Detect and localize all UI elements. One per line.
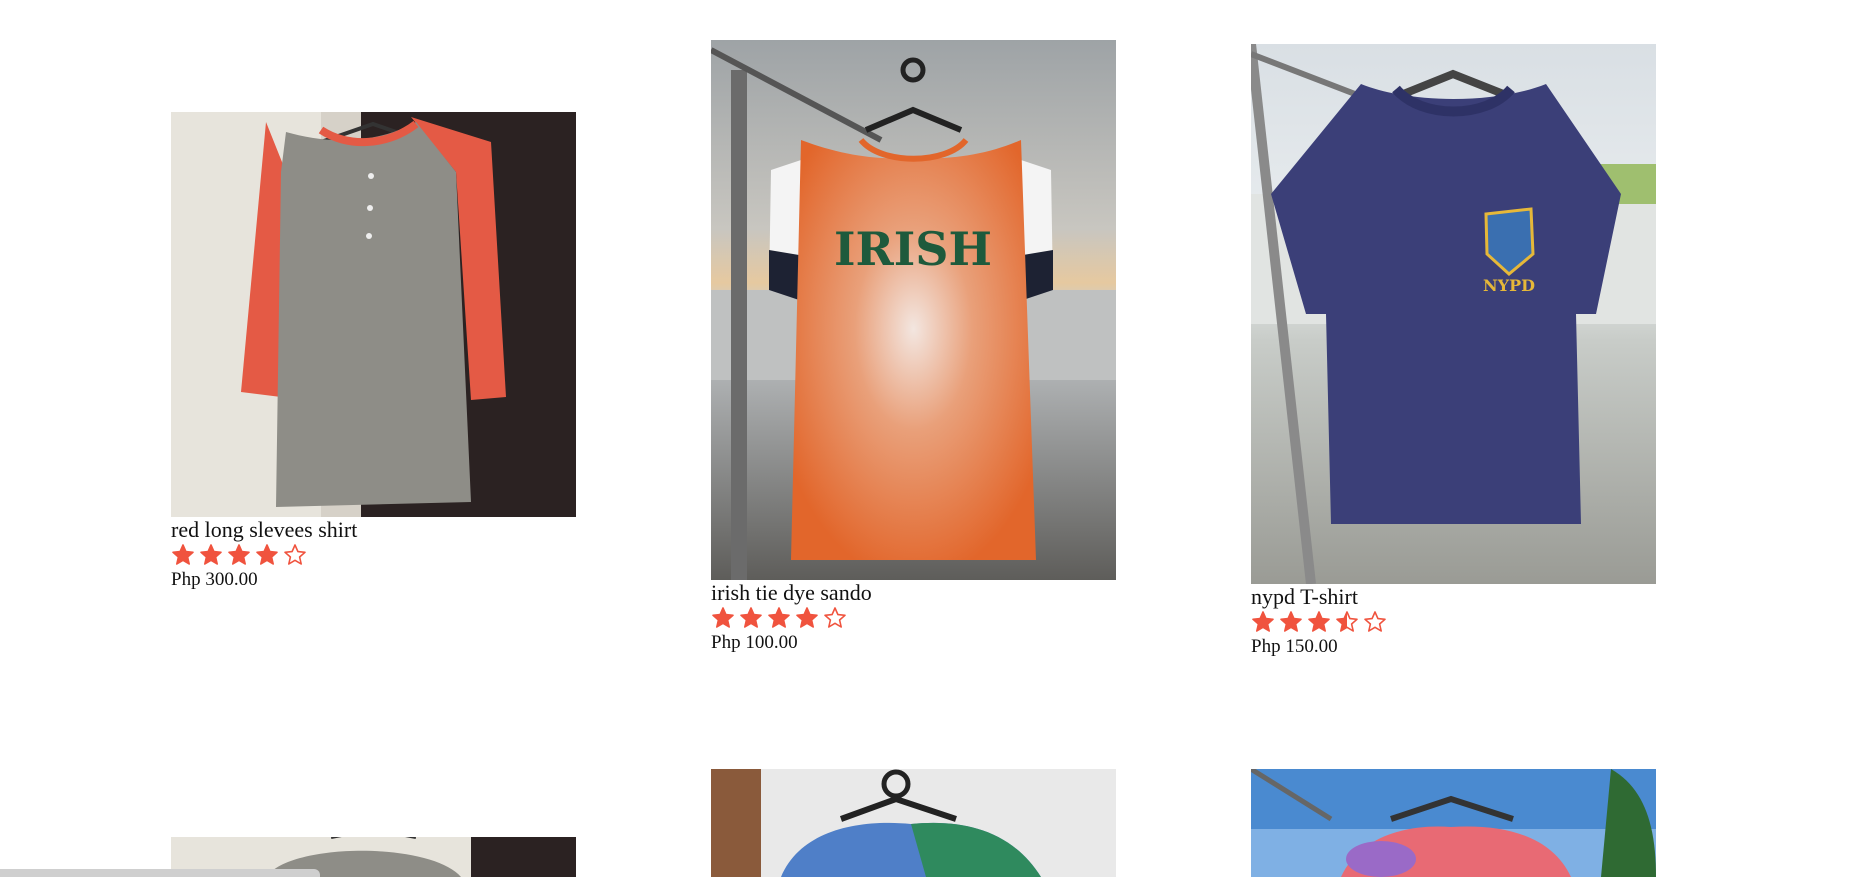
- product-image-nypd-tshirt[interactable]: NYPD: [1251, 44, 1656, 584]
- star-filled-icon: [255, 543, 279, 567]
- star-filled-icon: [795, 606, 819, 630]
- rating-stars: [171, 542, 576, 568]
- star-empty-icon: [1363, 610, 1387, 634]
- star-filled-icon: [739, 606, 763, 630]
- star-filled-icon: [171, 543, 195, 567]
- star-filled-icon: [1279, 610, 1303, 634]
- star-filled-icon: [1251, 610, 1275, 634]
- rating-stars: [1251, 609, 1656, 635]
- star-half-icon: [1335, 610, 1359, 634]
- star-filled-icon: [1307, 610, 1331, 634]
- print-text: IRISH: [834, 222, 992, 276]
- product-name[interactable]: irish tie dye sando: [711, 581, 1116, 605]
- product-price: Php 300.00: [171, 569, 258, 590]
- product-price: Php 100.00: [711, 632, 798, 653]
- star-empty-icon: [283, 543, 307, 567]
- product-card[interactable]: red long slevees shirt Php 300.00: [171, 112, 576, 592]
- product-card[interactable]: IRISH irish tie dye sando Php 100.00: [711, 40, 1116, 655]
- product-image[interactable]: [1251, 769, 1656, 877]
- product-image[interactable]: [711, 769, 1116, 877]
- product-card[interactable]: [711, 769, 1116, 877]
- print-text: NYPD: [1483, 276, 1535, 295]
- product-card[interactable]: NYPD nypd T-shirt Php 150.00: [1251, 44, 1656, 659]
- star-filled-icon: [227, 543, 251, 567]
- product-name[interactable]: nypd T-shirt: [1251, 585, 1656, 609]
- product-price: Php 150.00: [1251, 636, 1338, 657]
- product-image-irish-sando[interactable]: IRISH: [711, 40, 1116, 580]
- star-filled-icon: [767, 606, 791, 630]
- product-card[interactable]: [1251, 769, 1656, 877]
- product-image-red-shirt[interactable]: [171, 112, 576, 517]
- product-grid: red long slevees shirt Php 300.00 IRISH …: [0, 0, 1867, 877]
- rating-stars: [711, 605, 1116, 631]
- horizontal-scrollbar[interactable]: [0, 869, 320, 877]
- star-filled-icon: [199, 543, 223, 567]
- product-name[interactable]: red long slevees shirt: [171, 518, 576, 542]
- star-filled-icon: [711, 606, 735, 630]
- star-empty-icon: [823, 606, 847, 630]
